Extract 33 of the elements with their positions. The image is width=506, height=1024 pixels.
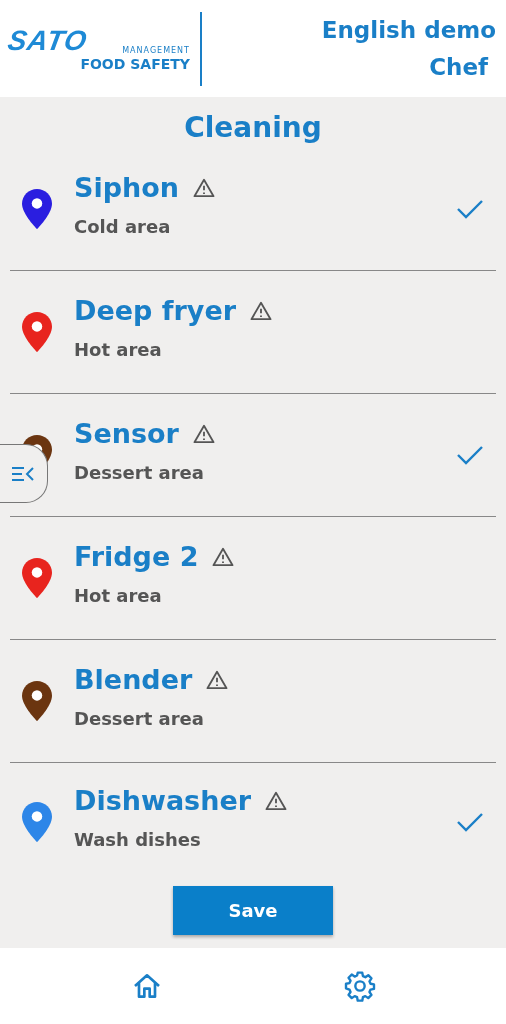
save-button[interactable]: Save bbox=[173, 886, 333, 935]
warning-icon bbox=[265, 790, 288, 811]
menu-collapse-icon bbox=[10, 464, 35, 483]
item-area: Dessert area bbox=[74, 462, 456, 484]
warning-icon bbox=[206, 669, 229, 690]
page-title: Cleaning bbox=[183, 110, 323, 146]
list-item[interactable]: Fridge 2 Hot area bbox=[10, 517, 496, 640]
item-name: Blender bbox=[74, 664, 193, 695]
warning-icon bbox=[212, 546, 235, 567]
item-name: Siphon bbox=[74, 172, 180, 203]
logo-brand: SATO bbox=[5, 26, 90, 55]
list-item[interactable]: Blender Dessert area bbox=[10, 640, 496, 763]
item-name: Fridge 2 bbox=[74, 541, 199, 572]
item-name: Dishwasher bbox=[74, 785, 252, 816]
list-item[interactable]: Deep fryer Hot area bbox=[10, 271, 496, 394]
item-area: Hot area bbox=[74, 339, 496, 361]
item-name: Sensor bbox=[74, 418, 179, 449]
item-area: Hot area bbox=[74, 585, 496, 607]
list-item[interactable]: Siphon Cold area bbox=[10, 148, 496, 271]
account-name: English demo bbox=[321, 18, 496, 42]
item-area: Cold area bbox=[74, 216, 456, 238]
item-area: Dessert area bbox=[74, 708, 496, 730]
logo-tagline: MANAGEMENT bbox=[122, 46, 190, 55]
logo-product: FOOD SAFETY bbox=[80, 56, 190, 71]
item-area: Wash dishes bbox=[74, 829, 456, 851]
warning-icon bbox=[192, 423, 215, 444]
warning-icon bbox=[193, 177, 216, 198]
item-name: Deep fryer bbox=[74, 295, 237, 326]
user-role: Chef bbox=[429, 55, 488, 79]
side-drawer-menu[interactable] bbox=[0, 444, 48, 503]
list-item[interactable]: Dishwasher Wash dishes bbox=[10, 763, 496, 881]
settings-icon[interactable] bbox=[343, 970, 376, 1002]
warning-icon bbox=[250, 300, 273, 321]
